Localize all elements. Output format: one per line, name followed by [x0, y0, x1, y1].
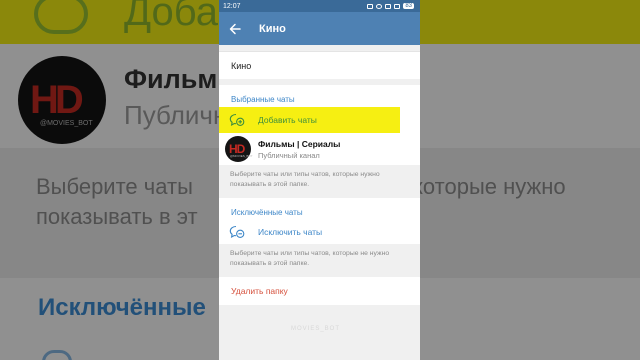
- app-bar: Кино: [219, 12, 420, 45]
- folder-name-input[interactable]: Кино: [219, 51, 420, 79]
- page-title: Кино: [259, 22, 286, 35]
- excluded-section: Исключённые чаты Исключить чаты: [219, 198, 420, 244]
- exclude-chat-icon: [229, 225, 245, 239]
- wifi-icon: [394, 3, 401, 9]
- excluded-hint: Выберите чаты или типы чатов, которые не…: [219, 244, 420, 277]
- included-section: Выбранные чаты Добавить чаты HD @MOVIES_…: [219, 85, 420, 165]
- included-hint: Выберите чаты или типы чатов, которые ну…: [219, 165, 420, 198]
- delete-folder-button[interactable]: Удалить папку: [219, 277, 420, 305]
- status-bar: 12:07 83: [219, 0, 420, 12]
- add-chats-button[interactable]: Добавить чаты: [219, 107, 400, 133]
- chat-subtitle: Публичный канал: [258, 150, 320, 160]
- bottom-area: MOVIES_BOT: [219, 305, 420, 360]
- status-icons: 83: [367, 3, 414, 9]
- phone-screen: 12:07 83 Кино Кино Выбранные чаты Добави…: [219, 0, 420, 360]
- list-item[interactable]: HD @MOVIES_BOT Фильмы | Сериалы Публичны…: [219, 133, 420, 165]
- exclude-chats-button[interactable]: Исключить чаты: [219, 220, 420, 244]
- chat-name: Фильмы | Сериалы: [258, 138, 341, 149]
- exclude-chats-label: Исключить чаты: [258, 227, 323, 237]
- excluded-title: Исключённые чаты: [231, 208, 303, 217]
- status-time: 12:07: [223, 2, 241, 10]
- add-chats-label: Добавить чаты: [258, 115, 317, 125]
- battery-icon: 83: [403, 3, 414, 9]
- notification-icon: [367, 3, 374, 9]
- back-arrow-icon[interactable]: [227, 21, 243, 37]
- signal-icon: [385, 3, 392, 9]
- alarm-icon: [376, 3, 383, 9]
- avatar-sub: @MOVIES_BOT: [230, 154, 253, 158]
- avatar: HD @MOVIES_BOT: [225, 136, 253, 162]
- add-chat-icon: [229, 113, 245, 127]
- included-title: Выбранные чаты: [231, 95, 295, 104]
- watermark: MOVIES_BOT: [291, 326, 341, 332]
- chat-text: Фильмы | Сериалы Публичный канал: [258, 139, 340, 160]
